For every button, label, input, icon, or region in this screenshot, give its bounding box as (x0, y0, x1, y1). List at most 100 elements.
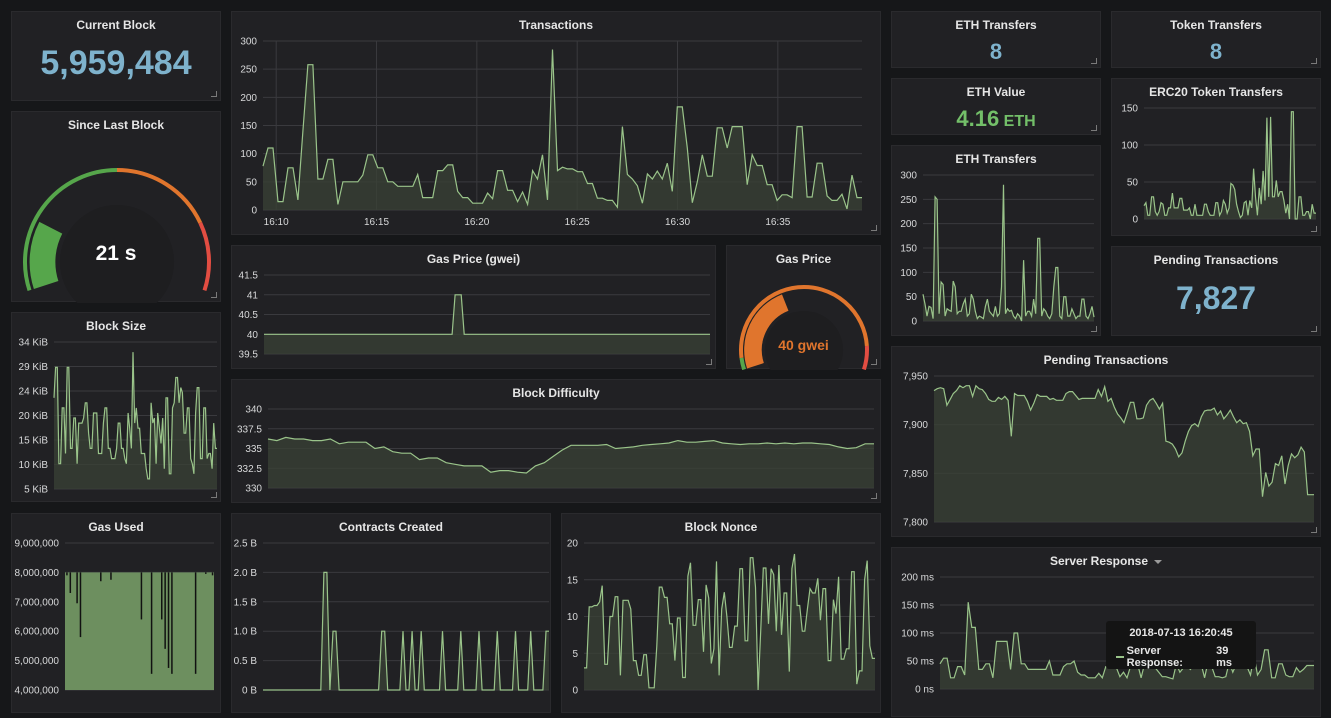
y-tick-label: 335 (245, 444, 262, 455)
resize-handle[interactable] (211, 292, 217, 298)
gas-used-area (65, 572, 214, 690)
y-tick-label: 250 (240, 65, 257, 76)
panel-pending-tx-chart[interactable]: Pending Transactions 7,8007,8507,9007,95… (891, 346, 1321, 537)
y-tick-label: 150 (900, 244, 917, 255)
gas-used-chart: 4,000,0005,000,0006,000,0007,000,0008,00… (12, 514, 222, 714)
bar-gap (110, 572, 112, 579)
panel-gas-price-gauge[interactable]: Gas Price 40 gwei (726, 245, 881, 369)
y-tick-label: 300 (900, 171, 917, 182)
tooltip-row: Server Response: 39 ms (1116, 645, 1246, 669)
resize-handle[interactable] (871, 493, 877, 499)
panel-title: Pending Transactions (1112, 253, 1320, 267)
panel-eth-transfers-chart[interactable]: ETH Transfers 050100150200250300 (891, 145, 1101, 336)
resize-handle[interactable] (1311, 58, 1317, 64)
y-tick-label: 24 KiB (19, 387, 49, 398)
y-tick-label: 41 (247, 290, 259, 301)
y-tick-label: 15 KiB (19, 436, 49, 447)
panel-block-nonce[interactable]: Block Nonce 05101520 (561, 513, 881, 713)
panel-title: ETH Value (892, 85, 1100, 99)
y-tick-label: 200 (900, 219, 917, 230)
series-line (923, 185, 1094, 321)
resize-handle[interactable] (871, 359, 877, 365)
gas-price-value: 40 gwei (727, 337, 880, 353)
transactions-chart: 05010015020025030016:1016:1516:2016:2516… (232, 12, 882, 236)
y-tick-label: 7,000,000 (15, 597, 60, 608)
resize-handle[interactable] (1311, 326, 1317, 332)
panel-token-transfers-stat[interactable]: Token Transfers 8 (1111, 11, 1321, 68)
y-tick-label: 337.5 (237, 424, 262, 435)
x-tick-label: 16:15 (364, 217, 389, 228)
panel-block-difficulty[interactable]: Block Difficulty 330332.5335337.5340 (231, 379, 881, 503)
y-tick-label: 40 (247, 330, 259, 341)
y-tick-label: 15 (567, 575, 579, 586)
x-tick-label: 16:30 (665, 217, 690, 228)
x-tick-label: 16:10 (264, 217, 289, 228)
bar-gap (205, 572, 207, 573)
series-color-marker (1116, 656, 1124, 658)
panel-current-block[interactable]: Current Block 5,959,484 (11, 11, 221, 101)
gauge-threshold-arc (741, 358, 744, 370)
resize-handle[interactable] (211, 91, 217, 97)
y-tick-label: 2.0 B (234, 568, 258, 579)
resize-handle[interactable] (1091, 58, 1097, 64)
y-tick-label: 7,950 (903, 372, 928, 383)
bar-gap (100, 572, 102, 581)
eth-value-number: 4.16 (956, 106, 999, 131)
panel-erc20-transfers[interactable]: ERC20 Token Transfers 050100150 (1111, 78, 1321, 236)
y-tick-label: 200 ms (901, 573, 934, 584)
panel-title: Since Last Block (12, 118, 220, 132)
y-tick-label: 20 KiB (19, 411, 49, 422)
y-tick-label: 0 ns (915, 685, 934, 696)
erc20-transfers-chart: 050100150 (1112, 79, 1322, 237)
resize-handle[interactable] (871, 225, 877, 231)
panel-since-last-block[interactable]: Since Last Block 21 s (11, 111, 221, 302)
panel-gas-used[interactable]: Gas Used 4,000,0005,000,0006,000,0007,00… (11, 513, 221, 713)
tooltip-value: 39 ms (1216, 645, 1246, 669)
y-tick-label: 0 (251, 206, 257, 217)
panel-eth-value[interactable]: ETH Value 4.16 ETH (891, 78, 1101, 135)
panel-title: Token Transfers (1112, 18, 1320, 32)
bar-gap (151, 572, 153, 673)
y-tick-label: 340 (245, 405, 262, 416)
y-tick-label: 50 (1127, 178, 1139, 189)
x-tick-label: 16:20 (464, 217, 489, 228)
y-tick-label: 5 (572, 649, 578, 660)
panel-contracts-created[interactable]: Contracts Created 0 B0.5 B1.0 B1.5 B2.0 … (231, 513, 551, 713)
y-tick-label: 150 (240, 121, 257, 132)
series-area (934, 386, 1314, 522)
y-tick-label: 50 ms (907, 657, 934, 668)
panel-title: ETH Transfers (892, 18, 1100, 32)
bar-gap (80, 572, 82, 637)
resize-handle[interactable] (1091, 326, 1097, 332)
resize-handle[interactable] (1311, 226, 1317, 232)
panel-gas-price-graph[interactable]: Gas Price (gwei) 39.54040.54141.5 (231, 245, 716, 369)
y-tick-label: 41.5 (239, 271, 259, 282)
bar-gap (66, 572, 68, 575)
series-area (264, 295, 710, 354)
y-tick-label: 100 (1121, 141, 1138, 152)
chart-tooltip: 2018-07-13 16:20:45 Server Response: 39 … (1106, 621, 1256, 669)
y-tick-label: 8,000,000 (15, 568, 60, 579)
bar-gap (164, 572, 166, 648)
current-block-value: 5,959,484 (12, 44, 220, 83)
resize-handle[interactable] (1311, 527, 1317, 533)
y-tick-label: 9,000,000 (15, 539, 60, 550)
y-tick-label: 100 ms (901, 629, 934, 640)
y-tick-label: 29 KiB (19, 362, 49, 373)
y-tick-label: 6,000,000 (15, 627, 60, 638)
panel-server-response[interactable]: Server Response 0 ns50 ms100 ms150 ms200… (891, 547, 1321, 717)
bar-gap (195, 572, 197, 673)
resize-handle[interactable] (706, 359, 712, 365)
x-tick-label: 16:35 (765, 217, 790, 228)
bar-gap (171, 572, 173, 673)
panel-eth-transfers-stat[interactable]: ETH Transfers 8 (891, 11, 1101, 68)
panel-block-size[interactable]: Block Size 5 KiB10 KiB15 KiB20 KiB24 KiB… (11, 312, 221, 502)
eth-value: 4.16 ETH (892, 106, 1100, 132)
resize-handle[interactable] (1091, 125, 1097, 131)
resize-handle[interactable] (211, 492, 217, 498)
tooltip-series: Server Response: (1127, 645, 1217, 669)
pending-tx-chart: 7,8007,8507,9007,950 (892, 347, 1322, 538)
panel-pending-tx-stat[interactable]: Pending Transactions 7,827 (1111, 246, 1321, 336)
block-size-chart: 5 KiB10 KiB15 KiB20 KiB24 KiB29 KiB34 Ki… (12, 313, 222, 503)
panel-transactions[interactable]: Transactions 05010015020025030016:1016:1… (231, 11, 881, 235)
